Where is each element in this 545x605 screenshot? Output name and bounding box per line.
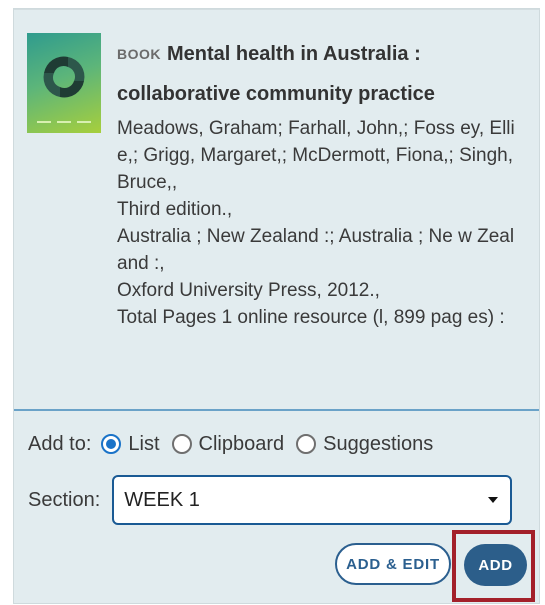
section-label: Section: (28, 488, 101, 511)
record-details: BOOK Mental health in Australia : collabo… (117, 35, 522, 331)
chevron-down-icon (488, 497, 499, 503)
add-to-label: Add to: (28, 432, 92, 455)
record-place: Australia ; New Zealand :; Australia ; N… (117, 226, 515, 274)
record-authors: Meadows, Graham; Farhall, John,; Foss ey… (117, 118, 515, 193)
record-edition: Third edition., (117, 199, 233, 220)
radio-list-label: List (128, 432, 160, 455)
divider (14, 409, 539, 411)
radio-clipboard-button[interactable] (171, 434, 192, 454)
title-line: BOOK Mental health in Australia : collabo… (117, 35, 522, 115)
add-button[interactable]: ADD (464, 544, 527, 586)
radio-clipboard-label: Clipboard (198, 432, 285, 455)
section-select[interactable]: WEEK 1 (112, 475, 513, 525)
radio-list-button[interactable] (101, 434, 122, 454)
radio-option-clipboard[interactable]: Clipboard (171, 432, 285, 456)
record-publisher: Oxford University Press, 2012., (117, 280, 380, 301)
cover-art-icon (37, 56, 91, 123)
radio-suggestions-button[interactable] (296, 434, 317, 454)
resource-card: BOOK Mental health in Australia : collabo… (13, 8, 540, 604)
book-cover-image (27, 33, 101, 133)
add-to-group: Add to: List Clipboard Suggestions (28, 429, 445, 459)
radio-option-suggestions[interactable]: Suggestions (296, 433, 433, 456)
section-group: Section: WEEK 1 (28, 474, 513, 526)
radio-suggestions-label: Suggestions (323, 432, 434, 455)
radio-option-list[interactable]: List (101, 432, 160, 456)
record-type-badge: BOOK (117, 46, 161, 62)
record-title[interactable]: Mental health in Australia : collaborati… (117, 43, 435, 105)
section-selected-value: WEEK 1 (124, 488, 200, 511)
add-and-edit-button[interactable]: ADD & EDIT (335, 543, 451, 585)
record-pages: Total Pages 1 online resource (l, 899 pa… (117, 307, 505, 328)
card-top-border (14, 9, 539, 10)
